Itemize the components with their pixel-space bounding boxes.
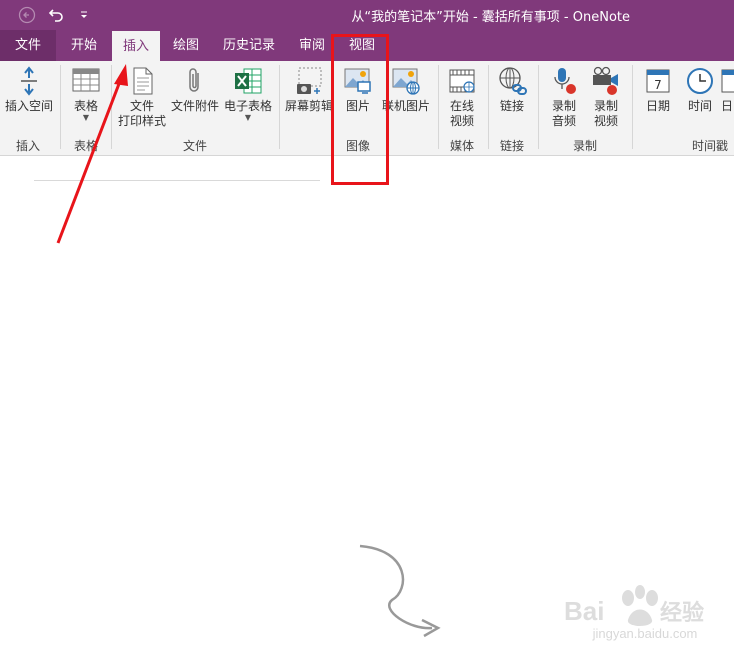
watermark-url: jingyan.baidu.com — [592, 626, 698, 641]
annotation-highlight-box — [331, 34, 389, 185]
baidu-paw-logo-icon: Bai 经验 — [564, 585, 704, 626]
baidu-jingyan-watermark: Bai 经验 jingyan.baidu.com — [560, 582, 730, 662]
svg-text:Bai: Bai — [564, 596, 604, 626]
curved-arrow-decoration — [359, 544, 441, 638]
svg-text:经验: 经验 — [660, 600, 704, 626]
